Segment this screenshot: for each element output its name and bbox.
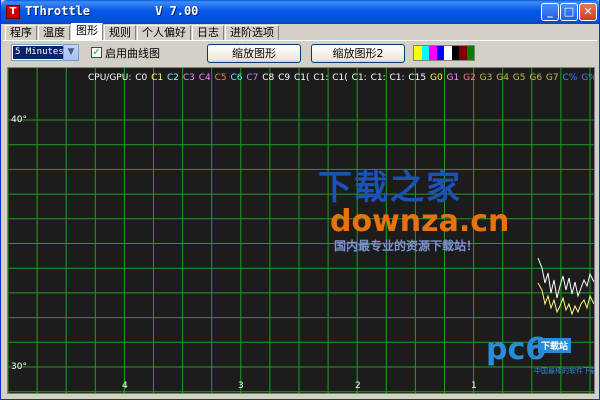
tab-bar: 程序 温度 图形 规则 个人偏好 日志 进阶选项 <box>5 23 280 40</box>
legend-item: C1: <box>313 73 332 83</box>
legend-item: G0 <box>429 73 446 83</box>
time-range-select[interactable]: 5 Minutes ▼ <box>11 44 79 61</box>
legend-item: C2 <box>166 73 182 83</box>
x-label-1: 1 <box>471 381 477 391</box>
watermark-domain: downza.cn <box>330 204 510 239</box>
chevron-down-icon[interactable]: ▼ <box>63 45 78 60</box>
legend-item: C7 <box>246 73 262 83</box>
tab-3[interactable]: 规则 <box>104 25 136 40</box>
y-label-top: 40° <box>11 115 27 125</box>
swatch-color-2 <box>429 46 437 60</box>
title-bar[interactable]: T TThrottle V 7.00 _ □ ✕ <box>1 0 599 24</box>
legend-prefix: CPU/GPU: <box>88 73 135 83</box>
temperature-trace-0 <box>537 257 594 299</box>
swatch-color-3 <box>436 46 444 60</box>
graph-legend: CPU/GPU: C0 C1 C2 C3 C4 C5 C6 C7 C8 C9 C… <box>88 73 594 83</box>
x-label-4: 4 <box>122 381 128 391</box>
swatch-color-5 <box>451 46 459 60</box>
legend-item: C1: <box>370 73 389 83</box>
app-version: V 7.00 <box>155 4 199 18</box>
legend-item: C1: <box>351 73 370 83</box>
legend-item: C1: <box>389 73 408 83</box>
legend-item: C15 <box>408 73 429 83</box>
x-label-3: 3 <box>238 381 244 391</box>
legend-item: C1( <box>332 73 351 83</box>
legend-item: C5 <box>214 73 230 83</box>
swatch-color-4 <box>444 46 452 60</box>
app-name: TThrottle <box>25 4 91 18</box>
watermark-slogan: 国内最专业的资源下载站！ <box>334 239 479 253</box>
minimize-button[interactable]: _ <box>541 3 559 21</box>
time-range-value: 5 Minutes <box>13 46 63 59</box>
legend-item: C9 <box>278 73 293 83</box>
legend-item: G7 <box>545 73 562 83</box>
swatch-color-7 <box>466 46 474 60</box>
pc6-subtitle: 中国最棒的软件下载站 <box>534 367 594 375</box>
legend-item: G3 <box>479 73 496 83</box>
tab-2[interactable]: 图形 <box>71 23 103 40</box>
temperature-graph: CPU/GPU: C0 C1 C2 C3 C4 C5 C6 C7 C8 C9 C… <box>7 67 595 394</box>
x-label-2: 2 <box>355 381 361 391</box>
legend-item: C6 <box>230 73 246 83</box>
window-title: TThrottle V 7.00 <box>25 4 198 18</box>
tab-4[interactable]: 个人偏好 <box>137 25 191 40</box>
legend-item: C3 <box>182 73 198 83</box>
app-icon: T <box>6 5 20 19</box>
legend-item: C0 <box>135 73 151 83</box>
legend-item: G% <box>581 73 594 83</box>
swatch-color-0 <box>414 46 422 60</box>
tab-divider <box>3 40 597 41</box>
legend-item: C8 <box>262 73 278 83</box>
legend-item: G6 <box>529 73 545 83</box>
tab-5[interactable]: 日志 <box>192 25 224 40</box>
app-window: T TThrottle V 7.00 _ □ ✕ 程序 温度 图形 规则 个人偏好 日志进… <box>0 0 600 400</box>
legend-item: C% <box>562 73 581 83</box>
swatch-color-6 <box>459 46 467 60</box>
zoom-graph-button[interactable]: 缩放图形 <box>207 44 301 63</box>
legend-item: C4 <box>198 73 214 83</box>
zoom-graph-2-button[interactable]: 缩放图形2 <box>311 44 405 63</box>
pc6-badge: 下载站 <box>538 338 572 353</box>
swatch-color-1 <box>421 46 429 60</box>
legend-item: G2 <box>463 73 479 83</box>
legend-item: G5 <box>512 73 529 83</box>
close-button[interactable]: ✕ <box>579 3 597 21</box>
enable-curve-checkbox[interactable]: ✓ <box>91 47 102 58</box>
watermark-title: 下载之家 <box>318 168 462 208</box>
legend-item: C1 <box>151 73 166 83</box>
tab-0[interactable]: 程序 <box>5 25 37 40</box>
y-label-bottom: 30° <box>11 362 27 372</box>
tab-1[interactable]: 温度 <box>38 25 70 40</box>
legend-item: C1( <box>293 73 313 83</box>
color-palette-button[interactable] <box>413 45 475 61</box>
legend-item: G4 <box>496 73 512 83</box>
legend-item: G1 <box>446 73 463 83</box>
enable-curve-label[interactable]: 启用曲线图 <box>105 45 160 61</box>
tab-6[interactable]: 进阶选项 <box>225 25 279 40</box>
maximize-button[interactable]: □ <box>560 3 578 21</box>
